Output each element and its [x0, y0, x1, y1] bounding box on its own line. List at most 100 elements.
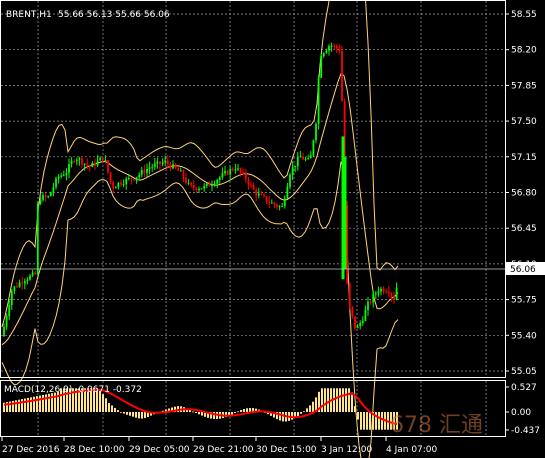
bull-candle	[83, 163, 86, 165]
bull-candle	[172, 164, 174, 169]
bear-candle	[385, 291, 388, 293]
bear-candle	[182, 170, 185, 178]
bull-candle	[8, 305, 11, 317]
bear-candle	[390, 293, 393, 296]
y-tick-label: 55.75	[511, 296, 537, 306]
bear-candle	[338, 48, 341, 51]
bull-candle	[312, 140, 315, 156]
bear-candle	[86, 163, 89, 166]
x-axis-ticks: 27 Dec 2016 28 Dec 10:00 29 Dec 05:00 29 De…	[1, 437, 438, 455]
bear-candle	[242, 172, 245, 174]
macd-bar	[351, 392, 353, 412]
bull-candle	[146, 169, 148, 174]
bear-candle	[348, 283, 351, 307]
macd-bar	[231, 412, 233, 415]
macd-bar	[306, 408, 308, 412]
macd-bar	[111, 405, 113, 412]
bear-candle	[341, 50, 343, 101]
y-tick-label: 57.15	[511, 153, 537, 163]
macd-bar	[249, 407, 251, 412]
bull-candle	[374, 293, 377, 295]
bull-candle	[281, 205, 284, 207]
bull-candle	[380, 288, 382, 292]
bull-candle	[91, 162, 94, 168]
bull-candle	[125, 178, 128, 185]
bear-candle	[133, 179, 135, 181]
bull-candle	[156, 161, 159, 164]
bull-candle	[278, 206, 281, 208]
macd-bar	[39, 395, 41, 412]
bear-candle	[239, 168, 242, 173]
bull-candle	[283, 198, 286, 206]
macd-bar	[24, 398, 26, 412]
bull-candle	[224, 171, 226, 174]
macd-bar	[48, 393, 50, 412]
macd-y-tick-label: -0.437	[511, 426, 540, 436]
bear-candle	[346, 205, 349, 284]
macd-bar	[120, 412, 122, 413]
macd-bar	[30, 397, 32, 412]
bear-candle	[255, 189, 258, 196]
macd-y-tick-label: 0.527	[511, 383, 537, 393]
bull-candle	[161, 162, 164, 164]
bull-candle	[10, 290, 13, 306]
bull-candle	[304, 158, 307, 160]
bull-candle	[286, 186, 289, 199]
macd-bar	[357, 412, 359, 420]
bear-candle	[252, 184, 255, 190]
bear-candle	[109, 172, 112, 183]
bull-candle	[179, 170, 182, 172]
bull-candle	[39, 200, 42, 204]
bear-candle	[268, 201, 271, 204]
bear-candle	[190, 182, 193, 186]
bull-candle	[164, 160, 167, 163]
macd-bar	[198, 412, 200, 415]
bull-candle	[55, 178, 57, 188]
bull-candle	[26, 279, 29, 282]
bear-candle	[226, 171, 229, 175]
bear-candle	[94, 162, 96, 166]
macd-bar	[237, 411, 239, 413]
bear-candle	[21, 282, 24, 284]
macd-bar	[378, 412, 380, 430]
bull-candle	[96, 160, 99, 166]
bull-candle	[213, 183, 216, 185]
bull-candle	[52, 187, 55, 193]
price-chart[interactable]: 58.5558.2057.8557.5057.1556.8056.4556.10…	[0, 0, 545, 458]
bear-candle	[159, 161, 161, 164]
macd-bar	[54, 392, 56, 412]
bull-candle	[29, 275, 31, 280]
bull-candle	[122, 184, 125, 186]
bear-candle	[166, 160, 169, 165]
bull-candle	[307, 158, 310, 160]
macd-bar	[246, 408, 248, 412]
bull-candle	[68, 164, 70, 173]
bear-candle	[16, 286, 18, 288]
bear-candle	[335, 45, 338, 49]
macd-bar	[102, 394, 104, 412]
bull-candle	[367, 301, 369, 311]
macd-bar	[144, 412, 146, 419]
bear-candle	[351, 306, 354, 317]
bull-candle	[229, 168, 232, 175]
bull-candle	[47, 196, 50, 198]
bear-candle	[44, 195, 47, 197]
macd-bar	[300, 412, 302, 414]
bull-candle	[294, 166, 297, 168]
macd-bar	[354, 406, 356, 412]
macd-y-tick-label: 0.00	[511, 408, 531, 418]
ohlc-readout: 55.66 56.13 55.66 56.06	[58, 10, 170, 20]
macd-bar	[342, 388, 344, 412]
bull-candle	[296, 157, 299, 167]
bull-candle	[42, 195, 44, 201]
y-tick-label: 57.85	[511, 81, 537, 91]
band-middle	[1, 73, 399, 346]
macd-bar	[132, 412, 134, 417]
y-axis-ticks: 58.5558.2057.8557.5057.1556.8056.4556.10…	[505, 10, 537, 377]
bull-candle	[317, 77, 320, 124]
macd-bar	[327, 388, 329, 412]
macd-bar	[339, 388, 341, 412]
x-tick-label: 27 Dec 2016	[2, 445, 60, 455]
y-tick-label: 56.45	[511, 224, 537, 234]
bull-candle	[216, 180, 219, 184]
